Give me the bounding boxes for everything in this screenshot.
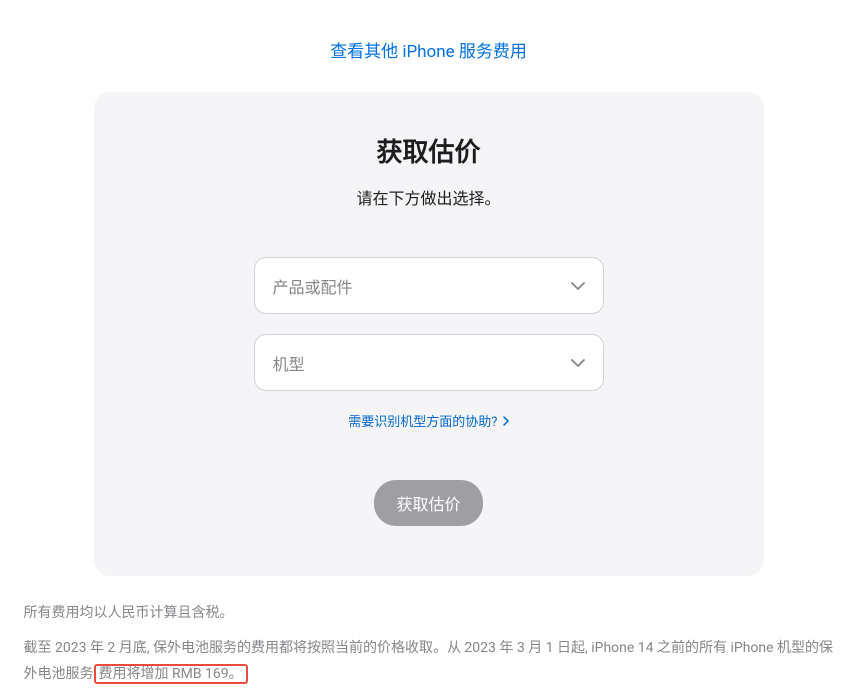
help-link-row: 需要识别机型方面的协助? [124, 411, 734, 430]
get-estimate-button[interactable]: 获取估价 [374, 480, 482, 526]
other-services-link[interactable]: 查看其他 iPhone 服务费用 [330, 42, 527, 62]
estimate-card: 获取估价 请在下方做出选择。 产品或配件 机型 需要识别机型方面的协助? 获取估… [94, 92, 764, 576]
card-subtitle: 请在下方做出选择。 [124, 185, 734, 209]
product-select-placeholder: 产品或配件 [273, 274, 353, 298]
top-link-row: 查看其他 iPhone 服务费用 [0, 0, 857, 92]
chevron-down-icon [571, 359, 585, 367]
help-link-label: 需要识别机型方面的协助? [348, 415, 497, 430]
footer-text: 所有费用均以人民币计算且含税。 截至 2023 年 2 月底, 保外电池服务的费… [12, 600, 846, 688]
model-select-placeholder: 机型 [273, 351, 305, 375]
product-select-wrapper: 产品或配件 [254, 257, 604, 314]
product-select[interactable]: 产品或配件 [254, 257, 604, 314]
model-select-wrapper: 机型 [254, 334, 604, 391]
footer-line-2: 截至 2023 年 2 月底, 保外电池服务的费用都将按照当前的价格收取。从 2… [24, 635, 834, 688]
chevron-down-icon [571, 282, 585, 290]
model-select[interactable]: 机型 [254, 334, 604, 391]
identify-model-help-link[interactable]: 需要识别机型方面的协助? [348, 415, 508, 430]
chevron-right-icon [503, 415, 509, 430]
footer-line-1: 所有费用均以人民币计算且含税。 [24, 600, 834, 627]
card-title: 获取估价 [124, 132, 734, 169]
price-increase-highlight: 费用将增加 RMB 169。 [94, 664, 248, 684]
